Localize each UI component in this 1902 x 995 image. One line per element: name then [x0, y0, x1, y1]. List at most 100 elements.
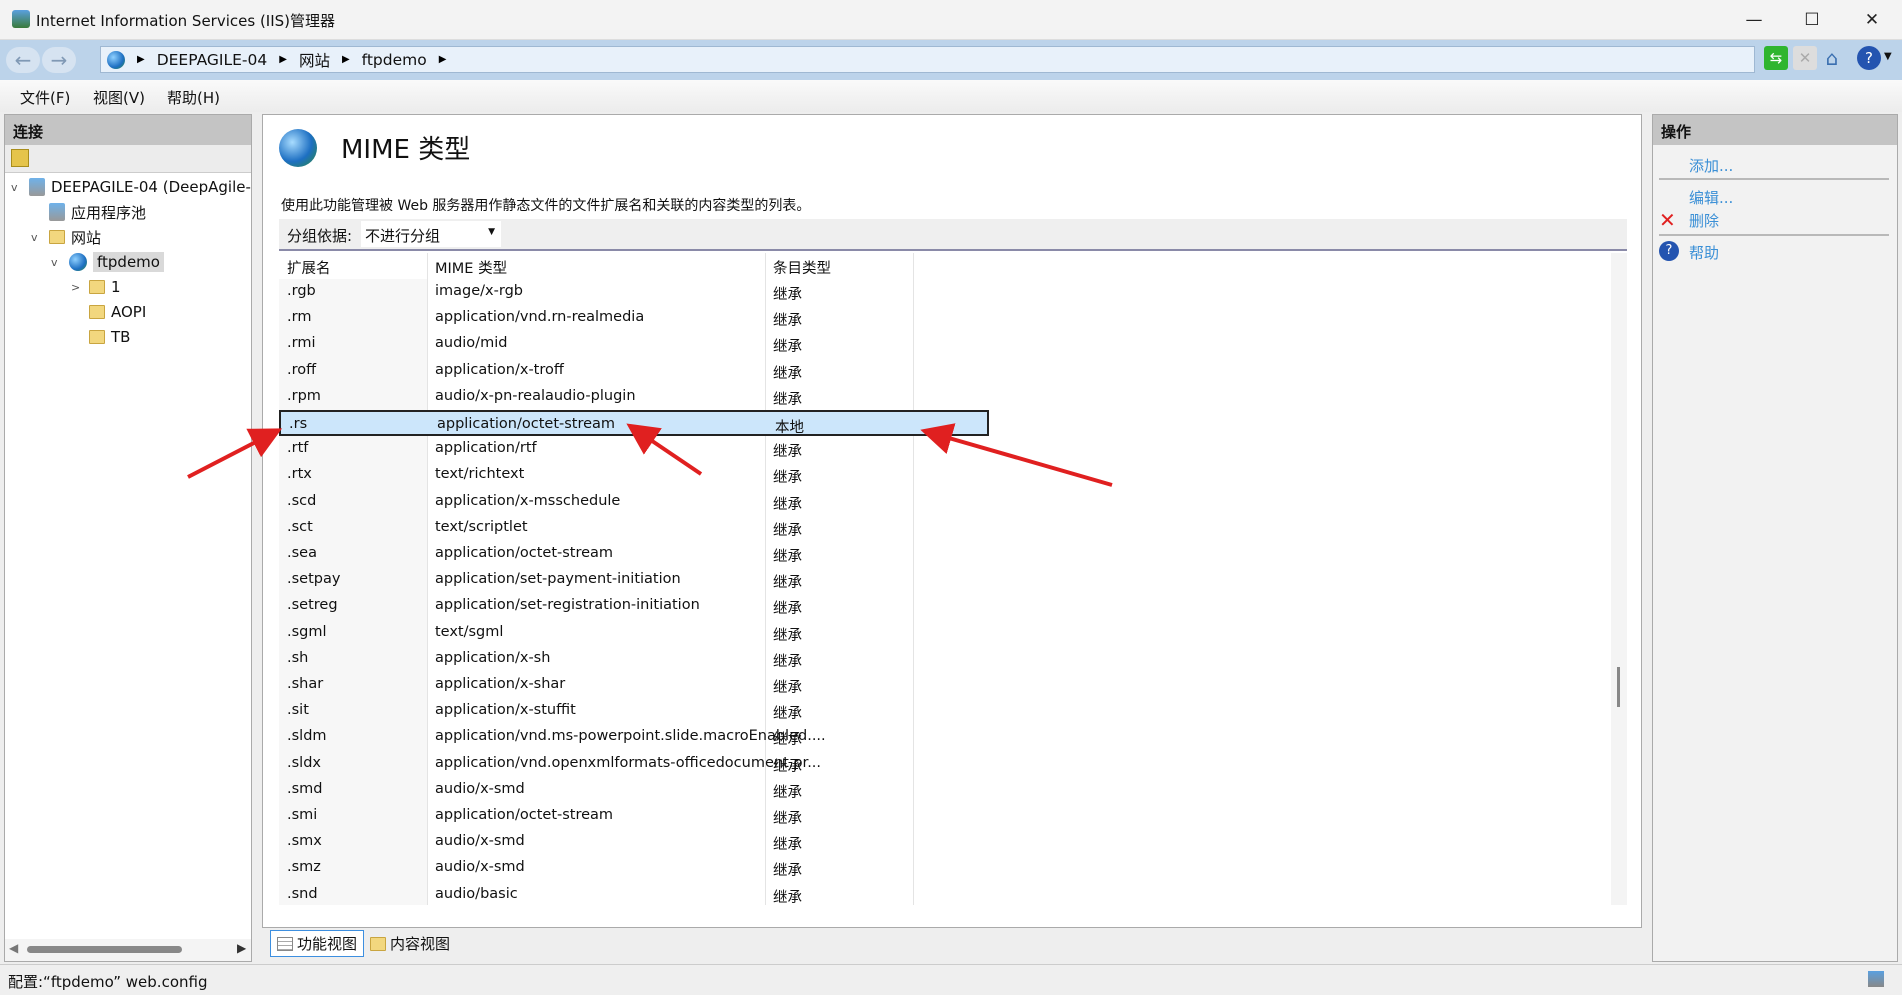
scrollbar-thumb[interactable] — [27, 946, 182, 953]
title-bar: Internet Information Services (IIS)管理器 —… — [0, 0, 1902, 40]
group-by-dropdown[interactable]: 不进行分组 ▼ — [361, 221, 501, 247]
breadcrumb-item[interactable]: 网站 — [299, 49, 330, 71]
breadcrumb[interactable]: ▶ DEEPAGILE-04 ▶ 网站 ▶ ftpdemo ▶ — [100, 46, 1755, 73]
breadcrumb-item[interactable]: ftpdemo — [362, 51, 427, 69]
chevron-right-icon: ▶ — [279, 54, 287, 65]
group-by-bar: 分组依据: 不进行分组 ▼ — [279, 219, 1627, 251]
entry-type-cell: 继承 — [773, 339, 802, 356]
extension-cell: .sldx — [287, 754, 321, 771]
up-folder-icon[interactable] — [11, 149, 29, 167]
extension-cell: .snd — [287, 885, 318, 902]
status-text: 配置:“ftpdemo” web.config — [8, 973, 208, 991]
help-action[interactable]: 帮助 — [1689, 242, 1719, 263]
table-header: 扩展名 ^ MIME 类型 条目类型 — [279, 253, 1609, 279]
table-row[interactable]: .sldx application/vnd.openxmlformats-offi… — [279, 751, 1609, 777]
table-row[interactable]: .smi application/octet-stream 继承 — [279, 803, 1609, 829]
entry-type-cell: 继承 — [773, 811, 802, 827]
table-row[interactable]: .shar application/x-shar 继承 — [279, 672, 1609, 698]
table-row[interactable]: .sea application/octet-stream 继承 — [279, 541, 1609, 567]
table-row[interactable]: .scd application/x-msschedule 继承 — [279, 489, 1609, 515]
table-row[interactable]: .smz audio/x-smd 继承 — [279, 855, 1609, 881]
expand-toggle-icon[interactable]: v — [51, 256, 63, 269]
table-row[interactable]: .setreg application/set-registration-init… — [279, 593, 1609, 619]
chevron-down-icon: ▼ — [488, 227, 495, 237]
refresh-icon[interactable]: ⇆ — [1764, 46, 1788, 70]
column-header-entry-type[interactable]: 条目类型 — [773, 257, 903, 278]
table-row[interactable]: .rtf application/rtf 继承 — [279, 436, 1609, 462]
extension-cell: .setreg — [287, 597, 338, 614]
table-row[interactable]: .smd audio/x-smd 继承 — [279, 777, 1609, 803]
menu-view[interactable]: 视图(V) — [93, 87, 145, 108]
address-bar: ← → ▶ DEEPAGILE-04 ▶ 网站 ▶ ftpdemo ▶ ⇆ ✕ … — [0, 40, 1902, 80]
minimize-button[interactable]: — — [1731, 6, 1777, 34]
vertical-scrollbar[interactable] — [1611, 253, 1627, 905]
extension-cell: .rtx — [287, 466, 312, 483]
column-header-extension[interactable]: 扩展名 — [287, 257, 417, 278]
edit-action[interactable]: 编辑... — [1689, 187, 1733, 208]
add-action[interactable]: 添加... — [1689, 155, 1733, 176]
entry-type-cell: 继承 — [773, 313, 802, 330]
tree-item-label: 网站 — [71, 228, 102, 247]
horizontal-scrollbar[interactable]: ◀ ▶ — [5, 939, 251, 961]
back-button[interactable]: ← — [6, 47, 40, 73]
help-icon[interactable]: ? — [1857, 46, 1881, 70]
entry-type-cell: 继承 — [773, 653, 802, 670]
table-row[interactable]: .rm application/vnd.rn-realmedia 继承 — [279, 305, 1609, 331]
tree-item-label: DEEPAGILE-04 (DeepAgile- — [51, 178, 251, 196]
tree-item[interactable]: TB — [71, 325, 130, 349]
entry-type-cell: 继承 — [773, 287, 802, 303]
extension-cell: .smz — [287, 859, 321, 876]
tree-item[interactable]: AOPI — [71, 300, 146, 324]
mime-table: 扩展名 ^ MIME 类型 条目类型 .rgbimage/x-rgb继承.rma… — [279, 253, 1609, 905]
tree-item[interactable]: v ftpdemo — [51, 250, 164, 274]
table-row[interactable]: .rtx text/richtext 继承 — [279, 462, 1609, 488]
page-description: 使用此功能管理被 Web 服务器用作静态文件的文件扩展名和关联的内容类型的列表。 — [281, 198, 811, 214]
forward-button[interactable]: → — [42, 47, 76, 73]
extension-cell: .smd — [287, 780, 323, 797]
tab-features-view[interactable]: 功能视图 — [270, 930, 365, 957]
menu-help[interactable]: 帮助(H) — [167, 87, 220, 108]
table-row[interactable]: .sct text/scriptlet 继承 — [279, 515, 1609, 541]
breadcrumb-item[interactable]: DEEPAGILE-04 — [157, 51, 268, 69]
table-row[interactable]: .smx audio/x-smd 继承 — [279, 829, 1609, 855]
chevron-down-icon[interactable]: ▼ — [1884, 51, 1892, 62]
delete-action[interactable]: 删除 — [1689, 210, 1719, 231]
table-row[interactable]: .sgml text/sgml 继承 — [279, 620, 1609, 646]
maximize-button[interactable]: ☐ — [1789, 6, 1835, 34]
menu-file[interactable]: 文件(F) — [20, 87, 70, 108]
table-row[interactable]: .rmi audio/mid 继承 — [279, 331, 1609, 357]
tree-item[interactable]: >1 — [71, 275, 121, 299]
close-button[interactable]: ✕ — [1849, 6, 1895, 34]
app-pool-icon — [49, 203, 65, 221]
tab-content-view[interactable]: 内容视图 — [364, 930, 456, 957]
table-row[interactable]: .sldm application/vnd.ms-powerpoint.slide… — [279, 724, 1609, 750]
chevron-right-icon: ▶ — [438, 54, 447, 65]
table-row[interactable]: .setpay application/set-payment-initiatio… — [279, 567, 1609, 593]
table-row[interactable]: .roff application/x-troff 继承 — [279, 358, 1609, 384]
actions-title: 操作 — [1653, 115, 1897, 145]
expand-toggle-icon[interactable]: v — [31, 231, 43, 244]
tree-item-label: 1 — [111, 278, 121, 296]
table-row[interactable]: .rpm audio/x-pn-realaudio-plugin 继承 — [279, 384, 1609, 410]
scrollbar-thumb[interactable] — [1617, 667, 1620, 707]
table-row[interactable]: .snd audio/basic 继承 — [279, 882, 1609, 905]
extension-cell: .sit — [287, 702, 309, 719]
actions-panel: 操作 添加... 编辑... ✕ 删除 ? 帮助 — [1652, 114, 1898, 962]
table-row[interactable]: .sit application/x-stuffit 继承 — [279, 698, 1609, 724]
extension-cell: .scd — [287, 492, 317, 509]
extension-cell: .setpay — [287, 571, 341, 588]
table-row[interactable]: .sh application/x-sh 继承 — [279, 646, 1609, 672]
tree-item[interactable]: 应用程序池 — [31, 200, 146, 224]
table-row[interactable]: .rgb image/x-rgb 继承 — [279, 279, 1609, 305]
table-row[interactable]: .rs application/octet-stream 本地 — [279, 410, 989, 436]
extension-cell: .sct — [287, 518, 313, 535]
folder-icon — [89, 330, 105, 344]
home-icon[interactable]: ⌂ — [1820, 46, 1844, 70]
extension-cell: .sgml — [287, 623, 327, 640]
expand-toggle-icon[interactable]: v — [11, 181, 23, 194]
expand-toggle-icon[interactable]: > — [71, 281, 83, 294]
connections-title: 连接 — [5, 115, 251, 145]
stop-icon[interactable]: ✕ — [1793, 46, 1817, 70]
tree-item[interactable]: v DEEPAGILE-04 (DeepAgile- — [11, 175, 251, 199]
tree-item[interactable]: v 网站 — [31, 225, 101, 249]
